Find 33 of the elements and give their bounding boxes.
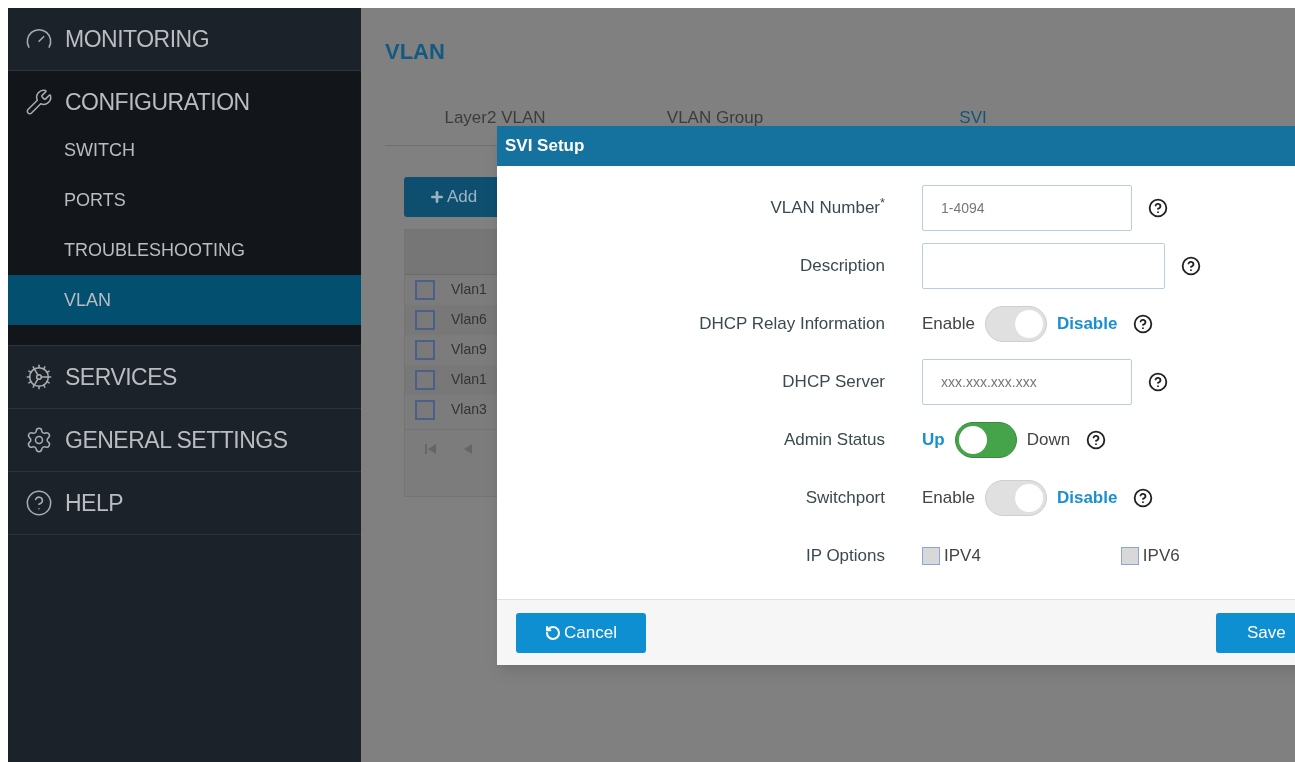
toggle-option-label[interactable]: Disable <box>1056 311 1118 337</box>
sidebar-section[interactable]: SERVICES <box>8 346 361 408</box>
table-cell-text: Vlan3 <box>451 400 487 419</box>
table-cell-text: Vlan1 <box>451 280 487 299</box>
field-label: VLAN Number$^{*}$ <box>770 198 885 218</box>
table-cell-text: Vlan9 <box>451 340 487 359</box>
checkbox-label: IPV4 <box>944 545 981 568</box>
field-label: Switchport <box>805 488 885 508</box>
sidebar-item[interactable]: TROUBLESHOOTING <box>8 225 361 275</box>
field-label: Admin Status <box>783 430 885 450</box>
dialog-title: SVI Setup <box>505 135 585 158</box>
save-button[interactable]: Save <box>1216 612 1295 653</box>
toggle-option-label[interactable]: Enable <box>922 485 975 511</box>
field-label: IP Options <box>805 546 885 566</box>
sidebar-section[interactable]: MONITORING <box>8 8 361 70</box>
sidebar-item[interactable]: VLAN <box>8 275 361 325</box>
toggle-option-label[interactable]: Disable <box>1056 485 1118 511</box>
field-label: Description <box>799 256 885 276</box>
toggle-option-label[interactable]: Enable <box>922 311 975 337</box>
checkbox-label: IPV6 <box>1142 545 1180 568</box>
field-label: DHCP Relay Information <box>699 314 885 334</box>
table-cell-text: Vlan6 <box>451 310 487 329</box>
text-field[interactable]: xxx.xxx.xxx.xxx <box>922 359 1132 405</box>
cancel-button[interactable]: Cancel <box>516 612 646 653</box>
sidebar-section[interactable]: HELP <box>8 472 361 534</box>
page-title: VLAN <box>385 38 446 65</box>
field-label: DHCP Server <box>782 372 885 392</box>
text-field[interactable]: 1-4094 <box>922 185 1132 231</box>
toggle-option-label[interactable]: Down <box>1026 427 1071 453</box>
table-cell-text: Vlan1 <box>451 370 487 389</box>
sidebar-item[interactable]: PORTS <box>8 175 361 225</box>
sidebar-section[interactable]: GENERAL SETTINGS <box>8 409 361 471</box>
toggle-option-label[interactable]: Up <box>922 427 945 453</box>
